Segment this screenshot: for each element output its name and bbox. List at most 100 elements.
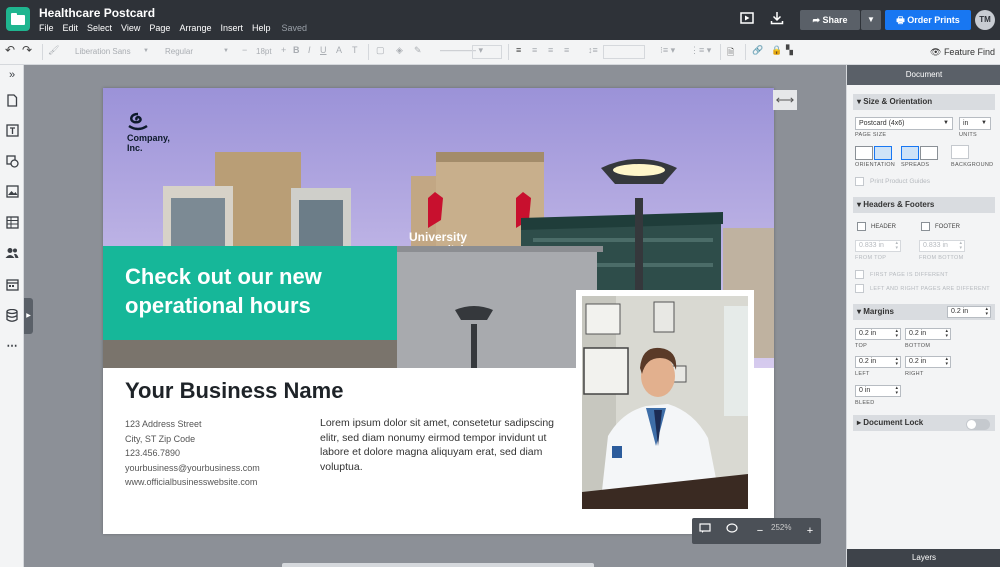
line-spacing-input[interactable] [603, 45, 645, 59]
calendar-icon[interactable] [5, 278, 19, 292]
units-label: UNITS [959, 132, 977, 138]
shapes-icon[interactable] [5, 155, 19, 169]
database-icon[interactable] [5, 308, 19, 323]
present-icon[interactable] [738, 11, 756, 29]
italic-button[interactable]: I [308, 45, 311, 55]
table-icon[interactable] [5, 216, 19, 230]
link-icon[interactable]: 🔗 [752, 45, 763, 56]
avatar[interactable]: TM [975, 10, 995, 30]
image-icon[interactable] [5, 185, 19, 199]
headline-banner[interactable]: Check out our new operational hours [103, 246, 397, 340]
header-checkbox[interactable] [857, 222, 866, 231]
address-block[interactable]: 123 Address Street City, ST Zip Code 123… [125, 417, 260, 490]
spread-button[interactable] [920, 146, 938, 160]
margin-left-input[interactable]: 0.2 in ▴ ▾ [855, 356, 901, 368]
feature-find-button[interactable]: 👁 Feature Find [930, 47, 995, 58]
font-size-input[interactable]: 18pt [256, 45, 280, 59]
comment-icon[interactable] [697, 523, 713, 539]
all-margins-input[interactable]: 0.2 in ▴ ▾ [947, 306, 991, 318]
units-select[interactable]: in ▼ [959, 117, 991, 130]
lock-icon[interactable]: 🔒 [771, 45, 782, 56]
align-center-icon[interactable]: ≡ [532, 45, 537, 55]
postcard-page[interactable]: University pitals Company, Inc. Check ou… [103, 88, 774, 534]
chat-bubble-icon[interactable] [724, 523, 740, 539]
undo-icon[interactable]: ↶ [5, 43, 15, 57]
business-name[interactable]: Your Business Name [125, 378, 343, 404]
text-color-button[interactable]: A [336, 45, 342, 55]
zoom-out-button[interactable]: − [752, 523, 768, 539]
menu-view[interactable]: View [121, 23, 140, 33]
zoom-in-button[interactable]: + [802, 523, 818, 539]
footer-label: FOOTER [935, 224, 960, 230]
align-left-icon[interactable]: ≡ [516, 45, 521, 55]
font-size-decrease[interactable]: − [242, 45, 247, 55]
landscape-button[interactable] [874, 146, 892, 160]
format-painter-icon[interactable]: 🖌 [48, 45, 59, 56]
body-text[interactable]: Lorem ipsum dolor sit amet, consetetur s… [320, 416, 570, 474]
zoom-level[interactable]: 252% [771, 523, 791, 532]
menu-select[interactable]: Select [87, 23, 112, 33]
border-icon[interactable]: ▢ [376, 45, 385, 56]
doctor-photo[interactable] [582, 296, 748, 509]
document-lock-toggle[interactable] [966, 419, 990, 430]
fill-color-icon[interactable]: ◈ [396, 45, 403, 56]
margin-right-input[interactable]: 0.2 in ▴ ▾ [905, 356, 951, 368]
redo-icon[interactable]: ↷ [22, 43, 32, 57]
text-options-icon[interactable]: T [352, 45, 358, 55]
footer-checkbox[interactable] [921, 222, 930, 231]
format-toolbar: ↶ ↷ 🖌 Liberation Sans ▼ Regular ▼ − 18pt… [0, 40, 1000, 65]
share-button[interactable]: ➦ Share [800, 10, 860, 30]
menu-edit[interactable]: Edit [63, 23, 79, 33]
line-spacing-icon[interactable]: ↕≡ [588, 45, 598, 55]
font-family-select[interactable]: Liberation Sans [75, 45, 150, 59]
share-dropdown-button[interactable]: ▼ [861, 10, 881, 30]
document-icon[interactable]: 🗎 [727, 45, 734, 61]
download-icon[interactable] [768, 11, 786, 29]
more-icon[interactable]: ⋯ [5, 339, 19, 353]
menu-arrange[interactable]: Arrange [179, 23, 211, 33]
first-page-different-checkbox[interactable] [855, 270, 864, 279]
pages-icon[interactable] [5, 94, 19, 108]
numbered-list-icon[interactable]: ⋮≡ ▾ [690, 45, 711, 56]
bold-button[interactable]: B [293, 45, 300, 55]
margin-top-input[interactable]: 0.2 in ▴ ▾ [855, 328, 901, 340]
menu-insert[interactable]: Insert [220, 23, 243, 33]
resize-arrows-icon[interactable]: ⟷ [773, 90, 797, 110]
margin-bottom-input[interactable]: 0.2 in ▴ ▾ [905, 328, 951, 340]
bleed-input[interactable]: 0 in ▴ ▾ [855, 385, 901, 397]
align-justify-icon[interactable]: ≡ [564, 45, 569, 55]
order-prints-button[interactable]: 🖶 Order Prints [885, 10, 971, 30]
size-orientation-section[interactable]: ▾ Size & Orientation [853, 94, 995, 110]
align-right-icon[interactable]: ≡ [548, 45, 553, 55]
printer-icon: 🖶 [896, 15, 908, 25]
font-weight-select[interactable]: Regular [165, 45, 225, 59]
font-size-increase[interactable]: + [281, 45, 286, 55]
portrait-button[interactable] [855, 146, 873, 160]
print-guides-checkbox[interactable] [855, 177, 864, 186]
page-size-select[interactable]: Postcard (4x6) ▼ [855, 117, 953, 130]
layers-tab[interactable]: Layers [847, 549, 1000, 567]
header-from-top-input[interactable]: 0.833 in ▴ ▾ [855, 240, 901, 252]
left-right-different-checkbox[interactable] [855, 284, 864, 293]
menu-help[interactable]: Help [252, 23, 271, 33]
menu-page[interactable]: Page [149, 23, 170, 33]
people-icon[interactable] [5, 247, 19, 261]
folder-icon[interactable] [6, 7, 30, 31]
expand-sidebar-tab[interactable]: ▶ [24, 298, 33, 334]
group-icon[interactable]: ▚ [786, 45, 793, 56]
line-color-icon[interactable]: ✎ [414, 45, 422, 56]
underline-button[interactable]: U [320, 45, 327, 55]
headers-footers-section[interactable]: ▾ Headers & Footers [853, 197, 995, 213]
bulleted-list-icon[interactable]: ⁝≡ ▾ [660, 45, 675, 56]
text-tool-icon[interactable] [5, 124, 19, 138]
background-color-swatch[interactable] [951, 145, 969, 159]
page-scroll-indicator[interactable] [282, 563, 594, 567]
footer-from-bottom-input[interactable]: 0.833 in ▴ ▾ [919, 240, 965, 252]
line-width-input[interactable] [472, 45, 502, 59]
headline-text[interactable]: Check out our new operational hours [125, 262, 385, 320]
document-title[interactable]: Healthcare Postcard [39, 6, 155, 20]
menu-file[interactable]: File [39, 23, 54, 33]
single-page-button[interactable] [901, 146, 919, 160]
collapse-panel-icon[interactable]: » [5, 68, 19, 82]
doctor-photo-frame[interactable] [576, 290, 754, 510]
